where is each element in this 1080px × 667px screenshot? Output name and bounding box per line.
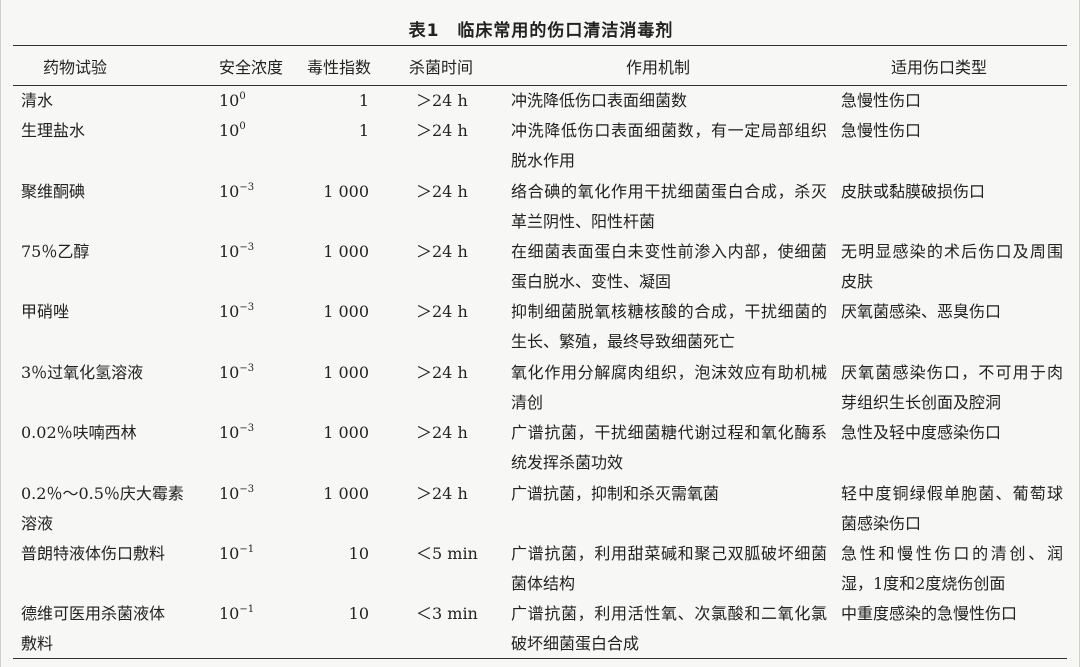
cell-wound-type: 急性和慢性伤口的清创、润湿，1度和2度烧伤创面: [841, 544, 1063, 593]
cell-toxicity: 1: [358, 121, 369, 140]
cell-drug: 0.2％～0.5％庆大霉素: [21, 484, 184, 503]
cell-concentration: 10−3: [219, 358, 254, 388]
cell-toxicity: 1 000: [323, 242, 369, 261]
concentration-exponent: −3: [239, 182, 255, 193]
cell-drug: 75％乙醇: [21, 242, 90, 261]
concentration-base: 10: [219, 182, 240, 201]
cell-kill-time: ＞24 h: [416, 484, 468, 503]
cell-concentration: 10−3: [219, 297, 254, 327]
concentration-exponent: −1: [239, 604, 255, 615]
header-wound-type: 适用伤口类型: [891, 58, 988, 77]
cell-kill-time: ＞24 h: [416, 91, 468, 110]
cell-kill-time: ＞24 h: [416, 423, 468, 442]
concentration-exponent: −3: [239, 423, 255, 434]
concentration-exponent: −3: [239, 484, 255, 495]
cell-wound-type: 急慢性伤口: [841, 91, 922, 110]
cell-concentration: 10−1: [219, 539, 254, 569]
concentration-exponent: 0: [239, 91, 246, 102]
cell-drug: 0.02％呋喃西林: [21, 423, 137, 442]
concentration-base: 10: [219, 484, 240, 503]
cell-drug: 生理盐水: [21, 121, 86, 140]
cell-toxicity: 1 000: [323, 363, 369, 382]
cell-kill-time: ＜5 min: [416, 544, 478, 563]
cell-concentration: 10−3: [219, 418, 254, 448]
cell-mechanism: 氧化作用分解腐肉组织，泡沫效应有助机械清创: [511, 363, 827, 412]
table-page: 表1 临床常用的伤口清洁消毒剂 药物试验 安全浓度 毒性指数 杀菌时间 作用机制…: [0, 0, 1080, 667]
cell-mechanism: 广谱抗菌，利用甜菜碱和聚己双胍破坏细菌菌体结构: [511, 544, 827, 593]
cell-drug: 聚维酮碘: [21, 182, 86, 201]
cell-concentration: 10−3: [219, 479, 254, 509]
cell-mechanism: 广谱抗菌，抑制和杀灭需氧菌: [511, 484, 720, 503]
cell-wound-type: 中重度感染的急慢性伤口: [841, 604, 1018, 623]
cell-kill-time: ＞24 h: [416, 182, 468, 201]
cell-concentration: 100: [219, 86, 246, 116]
cell-toxicity: 1: [358, 91, 369, 110]
cell-drug: 敷料: [21, 634, 54, 653]
cell-mechanism: 络合碘的氧化作用干扰细菌蛋白合成，杀灭革兰阴性、阳性杆菌: [511, 182, 827, 231]
cell-drug: 德维可医用杀菌液体: [21, 604, 166, 623]
cell-concentration: 10−3: [219, 177, 254, 207]
cell-mechanism: 抑制细菌脱氧核糖核酸的合成，干扰细菌的生长、繁殖，最终导致细菌死亡: [511, 302, 827, 351]
cell-wound-type: 急慢性伤口: [841, 121, 922, 140]
cell-toxicity: 10: [348, 604, 369, 623]
cell-wound-type: 轻中度铜绿假单胞菌、葡萄球菌感染伤口: [841, 484, 1063, 533]
cell-wound-type: 厌氧菌感染伤口，不可用于肉芽组织生长创面及腔洞: [841, 363, 1063, 412]
table-caption: 表1 临床常用的伤口清洁消毒剂: [408, 21, 674, 41]
cell-mechanism: 广谱抗菌，利用活性氧、次氯酸和二氧化氯破坏细菌蛋白合成: [511, 604, 827, 653]
header-kill-time: 杀菌时间: [409, 58, 474, 77]
concentration-base: 10: [219, 91, 240, 110]
bottom-rule: [13, 658, 1067, 659]
cell-toxicity: 1 000: [323, 302, 369, 321]
header-concentration: 安全浓度: [219, 58, 284, 77]
cell-concentration: 100: [219, 116, 246, 146]
concentration-base: 10: [219, 302, 240, 321]
cell-drug: 普朗特液体伤口敷料: [21, 544, 166, 563]
concentration-base: 10: [219, 604, 240, 623]
cell-wound-type: 厌氧菌感染、恶臭伤口: [841, 302, 1002, 321]
cell-mechanism: 广谱抗菌，干扰细菌糖代谢过程和氧化酶系统发挥杀菌功效: [511, 423, 827, 472]
cell-toxicity: 1 000: [323, 182, 369, 201]
cell-kill-time: ＞24 h: [416, 302, 468, 321]
header-mechanism: 作用机制: [626, 58, 691, 77]
cell-wound-type: 皮肤或黏膜破损伤口: [841, 182, 986, 201]
cell-drug: 清水: [21, 91, 54, 110]
cell-toxicity: 1 000: [323, 484, 369, 503]
cell-drug: 3％过氧化氢溶液: [21, 363, 144, 382]
concentration-exponent: −3: [239, 302, 255, 313]
cell-toxicity: 1 000: [323, 423, 369, 442]
concentration-base: 10: [219, 544, 240, 563]
cell-toxicity: 10: [348, 544, 369, 563]
cell-wound-type: 急性及轻中度感染伤口: [841, 423, 1002, 442]
header-toxicity: 毒性指数: [307, 58, 372, 77]
concentration-exponent: −3: [239, 242, 255, 253]
concentration-base: 10: [219, 363, 240, 382]
concentration-exponent: −1: [239, 544, 255, 555]
cell-mechanism: 冲洗降低伤口表面细菌数，有一定局部组织脱水作用: [511, 121, 827, 170]
concentration-exponent: 0: [239, 121, 246, 132]
cell-kill-time: ＞24 h: [416, 242, 468, 261]
header-drug: 药物试验: [43, 58, 108, 77]
cell-concentration: 10−3: [219, 237, 254, 267]
cell-mechanism: 冲洗降低伤口表面细菌数: [511, 91, 688, 110]
concentration-exponent: −3: [239, 363, 255, 374]
top-rule: [13, 45, 1067, 46]
cell-kill-time: ＜3 min: [416, 604, 478, 623]
concentration-base: 10: [219, 242, 240, 261]
cell-drug: 甲硝唑: [21, 302, 70, 321]
cell-concentration: 10−1: [219, 599, 254, 629]
concentration-base: 10: [219, 121, 240, 140]
cell-drug: 溶液: [21, 514, 54, 533]
concentration-base: 10: [219, 423, 240, 442]
cell-kill-time: ＞24 h: [416, 121, 468, 140]
cell-wound-type: 无明显感染的术后伤口及周围皮肤: [841, 242, 1063, 291]
cell-mechanism: 在细菌表面蛋白未变性前渗入内部，使细菌蛋白脱水、变性、凝固: [511, 242, 827, 291]
cell-kill-time: ＞24 h: [416, 363, 468, 382]
